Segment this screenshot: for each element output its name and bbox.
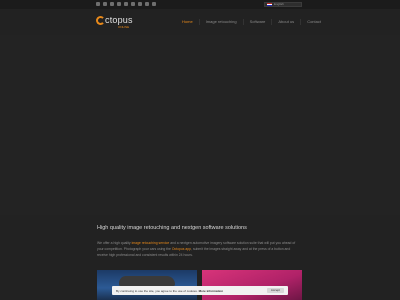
feature-cards — [97, 270, 302, 300]
nav-item-software[interactable]: Software — [242, 19, 272, 25]
more-information-link[interactable]: More information — [199, 289, 224, 293]
tumblr-icon[interactable] — [145, 2, 149, 6]
twitter-icon[interactable] — [96, 2, 100, 6]
cookie-text: By continuing to use the site, you agree… — [116, 288, 224, 293]
flag-icon — [267, 3, 272, 6]
nav-item-about-us[interactable]: About us — [271, 19, 300, 25]
pinterest-icon[interactable] — [131, 2, 135, 6]
logo-ring-icon — [96, 16, 105, 25]
cookie-banner: By continuing to use the site, you agree… — [112, 286, 288, 295]
nav-item-contact[interactable]: Contact — [300, 19, 327, 25]
octopus-app-link[interactable]: Octopus app — [172, 247, 191, 251]
nav-item-home[interactable]: Home — [176, 19, 199, 25]
intro-text-1: We offer a high quality — [97, 241, 132, 245]
logo[interactable]: ctopus ONLINE — [96, 15, 142, 33]
logo-text: ctopus — [105, 15, 133, 25]
site-header: ctopus ONLINE Home Image retouching Soft… — [0, 9, 400, 35]
card-software[interactable] — [202, 270, 302, 300]
intro-paragraph: We offer a high quality image retouching… — [97, 240, 302, 258]
accept-button[interactable]: Accept — [266, 288, 284, 293]
main-nav: Home Image retouching Software About us … — [176, 19, 327, 25]
nav-item-image-retouching[interactable]: Image retouching — [198, 19, 243, 25]
language-selector[interactable]: English — [264, 2, 302, 7]
car-image — [119, 276, 175, 286]
linkedin-icon[interactable] — [110, 2, 114, 6]
top-bar: English — [0, 0, 400, 9]
instagram-icon[interactable] — [117, 2, 121, 6]
page-headline: High quality image retouching and nextge… — [97, 225, 247, 231]
social-links — [96, 2, 156, 6]
rss-icon[interactable] — [152, 2, 156, 6]
vimeo-icon[interactable] — [138, 2, 142, 6]
image-retouching-link[interactable]: image retouching service — [132, 241, 170, 245]
hero-area — [0, 35, 400, 215]
logo-subtext: ONLINE — [118, 25, 130, 29]
language-label: English — [274, 2, 284, 6]
facebook-icon[interactable] — [103, 2, 107, 6]
youtube-icon[interactable] — [124, 2, 128, 6]
card-image-retouching[interactable] — [97, 270, 197, 300]
